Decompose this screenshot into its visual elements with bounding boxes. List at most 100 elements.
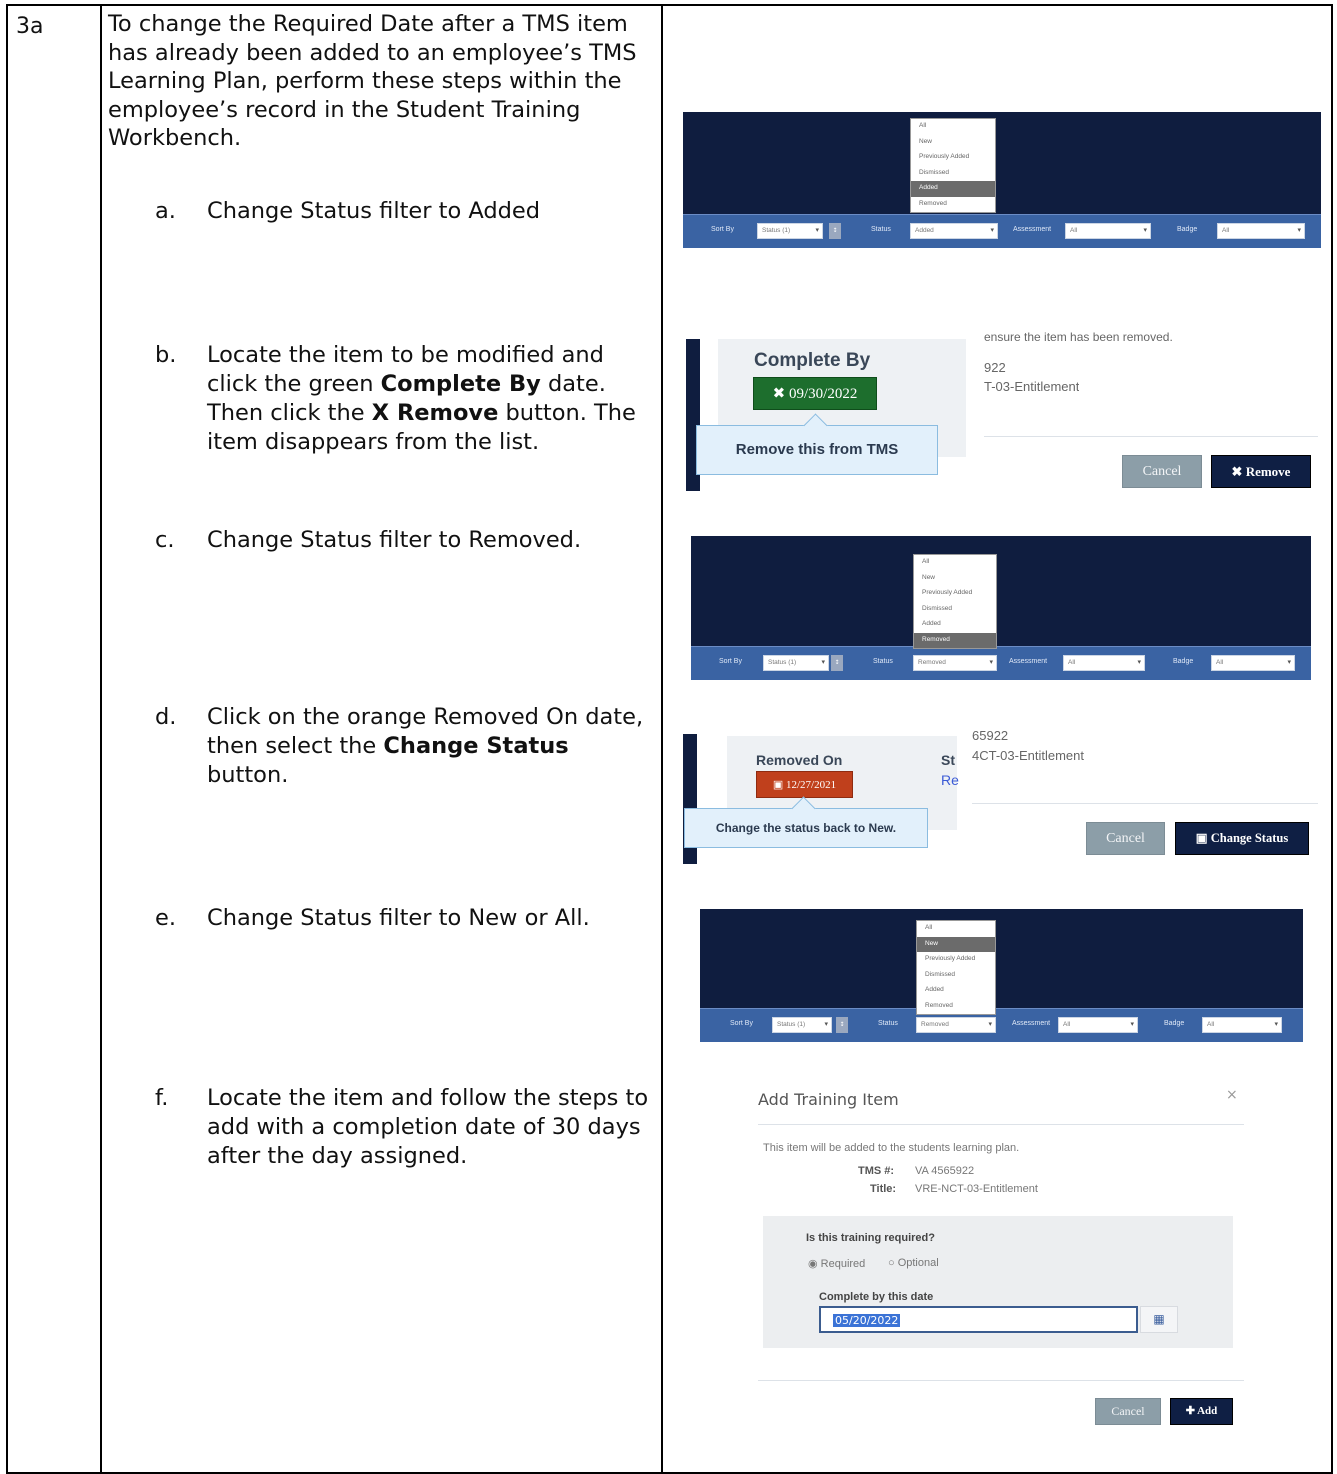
status-label: Status (871, 226, 891, 233)
step-e: e. Change Status filter to New or All. (155, 904, 650, 933)
status-link[interactable]: Re (941, 772, 959, 788)
status-option[interactable]: Dismissed (911, 166, 995, 182)
confirm-text: ensure the item has been removed. (984, 330, 1173, 344)
step-letter: b. (155, 342, 177, 368)
close-icon[interactable]: × (1226, 1087, 1238, 1103)
complete-by-date-button[interactable]: ✖ 09/30/2022 (753, 377, 877, 410)
step-d: d. Click on the orange Removed On date, … (155, 703, 650, 790)
cancel-button[interactable]: Cancel (1122, 455, 1202, 488)
status-option[interactable]: New (911, 135, 995, 151)
divider (972, 803, 1318, 804)
filter-bar: Sort By Status (1) ↕ Status Removed Asse… (700, 1008, 1303, 1042)
cancel-button[interactable]: Cancel (1095, 1398, 1161, 1425)
step-text: Change Status filter to New or All. (207, 905, 590, 931)
status-option[interactable]: All (914, 555, 996, 571)
divider (758, 1380, 1244, 1381)
status-option[interactable]: Previously Added (917, 952, 995, 968)
required-label: Required (820, 1258, 866, 1270)
status-option[interactable]: Dismissed (914, 602, 996, 618)
status-option[interactable]: Added (914, 617, 996, 633)
complete-by-date-input[interactable]: 05/20/2022 (819, 1306, 1138, 1333)
cancel-button[interactable]: Cancel (1086, 822, 1165, 855)
sort-by-select[interactable]: Status (1) (757, 223, 823, 239)
sort-by-label: Sort By (730, 1020, 753, 1027)
divider (984, 436, 1318, 437)
status-option[interactable]: Previously Added (914, 586, 996, 602)
add-button[interactable]: ✚ Add (1170, 1398, 1233, 1425)
sort-by-select[interactable]: Status (1) (763, 655, 829, 671)
badge-select[interactable]: All (1202, 1017, 1282, 1033)
step-text: Locate the item and follow the steps to … (207, 1085, 649, 1169)
step-c: c. Change Status filter to Removed. (155, 526, 650, 555)
sort-direction-button[interactable]: ↕ (829, 223, 841, 239)
step-text: Change Status filter to Added (207, 198, 541, 224)
step-a: a. Change Status filter to Added (155, 197, 650, 226)
step-letter: a. (155, 198, 176, 224)
filter-screenshot-added: Sort By Status (1) ↕ Status Added Assess… (683, 112, 1321, 248)
status-option[interactable]: Removed (917, 999, 995, 1015)
optional-radio[interactable]: ○ Optional (888, 1257, 939, 1269)
status-select[interactable]: Added (910, 223, 998, 239)
status-option[interactable]: All (917, 921, 995, 937)
status-option-selected[interactable]: Removed (914, 632, 996, 648)
removed-on-title: Removed On (756, 752, 843, 768)
status-option[interactable]: All (911, 119, 995, 135)
divider (758, 1124, 1244, 1125)
badge-label: Badge (1173, 658, 1194, 665)
status-select[interactable]: Removed (916, 1017, 996, 1033)
status-label: Status (873, 658, 893, 665)
badge-select[interactable]: All (1217, 223, 1305, 239)
status-option[interactable]: New (914, 571, 996, 587)
sort-direction-button[interactable]: ↕ (831, 655, 843, 671)
step-letter: d. (155, 704, 177, 730)
status-select[interactable]: Removed (913, 655, 997, 671)
badge-select[interactable]: All (1211, 655, 1295, 671)
required-question: Is this training required? (806, 1232, 935, 1244)
sort-by-select[interactable]: Status (1) (772, 1017, 832, 1033)
assessment-label: Assessment (1012, 1020, 1051, 1027)
column-divider (661, 6, 663, 1472)
status-option-selected[interactable]: Added (911, 181, 995, 197)
step-b: b. Locate the item to be modified and cl… (155, 341, 650, 457)
step-text: Change Status filter to Removed. (207, 527, 582, 553)
step-letter: f. (155, 1085, 169, 1111)
status-option[interactable]: Added (917, 983, 995, 999)
item-title-text: 4CT-03-Entitlement (972, 748, 1084, 763)
dialog-title: Add Training Item (758, 1090, 899, 1109)
step-f: f. Locate the item and follow the steps … (155, 1084, 650, 1171)
status-option[interactable]: Dismissed (917, 968, 995, 984)
status-option[interactable]: Removed (911, 197, 995, 213)
optional-label: Optional (897, 1257, 939, 1269)
status-option[interactable]: Previously Added (911, 150, 995, 166)
status-option-selected[interactable]: New (917, 936, 995, 952)
badge-label: Badge (1164, 1020, 1185, 1027)
tms-label: TMS #: (858, 1165, 895, 1177)
remove-button[interactable]: ✖ Remove (1211, 455, 1311, 488)
assessment-select[interactable]: All (1065, 223, 1151, 239)
filter-bar: Sort By Status (1) ↕ Status Added Assess… (683, 214, 1321, 248)
status-dropdown: All New Previously Added Dismissed Added… (910, 118, 996, 213)
filter-screenshot-removed: Sort By Status (1) ↕ Status Removed Asse… (691, 536, 1311, 680)
sort-direction-button[interactable]: ↕ (836, 1017, 848, 1033)
change-status-button[interactable]: ▣ Change Status (1175, 822, 1309, 855)
assessment-select[interactable]: All (1058, 1017, 1138, 1033)
assessment-select[interactable]: All (1063, 655, 1145, 671)
date-value: 05/20/2022 (833, 1314, 901, 1327)
title-label: Title: (870, 1183, 897, 1195)
title-value: VRE-NCT-03-Entitlement (915, 1183, 1038, 1195)
step-letter: c. (155, 527, 175, 553)
sort-by-label: Sort By (719, 658, 742, 665)
sort-by-label: Sort By (711, 226, 734, 233)
required-radio[interactable]: ◉ Required (808, 1257, 865, 1270)
step-letter: e. (155, 905, 176, 931)
item-id-text: 922 (984, 360, 1006, 375)
removed-on-date-button[interactable]: ▣ 12/27/2021 (756, 771, 853, 798)
item-id-text: 65922 (972, 728, 1009, 743)
filter-bar: Sort By Status (1) ↕ Status Removed Asse… (691, 646, 1311, 680)
calendar-icon[interactable]: ▦ (1140, 1306, 1178, 1333)
step-number: 3a (16, 14, 44, 39)
filter-screenshot-new: Sort By Status (1) ↕ Status Removed Asse… (700, 909, 1303, 1042)
step-text: Locate the item to be modified and click… (207, 342, 636, 455)
status-label: Status (878, 1020, 898, 1027)
badge-label: Badge (1177, 226, 1198, 233)
